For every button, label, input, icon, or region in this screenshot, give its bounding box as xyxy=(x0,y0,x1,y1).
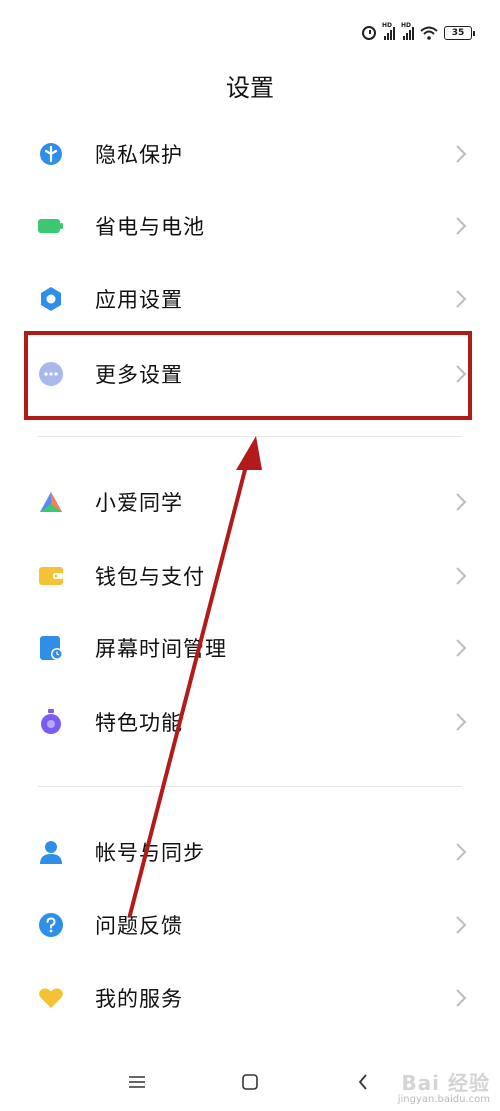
settings-item-privacy[interactable]: 隐私保护 xyxy=(0,118,500,190)
settings-item-feedback[interactable]: 问题反馈 xyxy=(0,889,500,961)
wifi-icon xyxy=(420,26,438,40)
settings-item-label: 省电与电池 xyxy=(95,215,205,239)
settings-item-screen-time[interactable]: 屏幕时间管理 xyxy=(0,612,500,684)
xiaoai-icon xyxy=(38,489,64,515)
chevron-right-icon xyxy=(456,145,467,163)
chevron-right-icon xyxy=(456,843,467,861)
section-divider xyxy=(38,786,462,787)
settings-item-label: 应用设置 xyxy=(95,288,183,312)
account-icon xyxy=(38,839,64,865)
settings-item-label: 钱包与支付 xyxy=(95,565,205,589)
signal-icon: HD xyxy=(382,22,395,40)
chevron-right-icon xyxy=(456,217,467,235)
gear-icon xyxy=(38,286,64,312)
battery-icon xyxy=(38,213,64,239)
signal-hd-label: HD xyxy=(382,22,393,29)
feedback-icon xyxy=(38,912,64,938)
heart-icon xyxy=(38,985,64,1011)
settings-item-xiaoai[interactable]: 小爱同学 xyxy=(0,466,500,538)
settings-item-label: 我的服务 xyxy=(95,987,183,1011)
highlight-box xyxy=(24,331,472,420)
settings-item-label: 问题反馈 xyxy=(95,914,183,938)
battery-level: 35 xyxy=(451,28,465,38)
signal-hd-label: HD xyxy=(401,22,412,29)
settings-item-label: 小爱同学 xyxy=(95,491,183,515)
settings-item-account[interactable]: 帐号与同步 xyxy=(0,816,500,888)
chevron-right-icon xyxy=(456,989,467,1007)
status-icons: HD HD 35 xyxy=(362,22,475,40)
wallet-icon xyxy=(38,563,64,589)
screen-time-icon xyxy=(38,635,64,661)
watermark-url: jingyan.baidu.com xyxy=(397,1094,490,1105)
settings-item-label: 特色功能 xyxy=(95,711,183,735)
settings-item-label: 帐号与同步 xyxy=(95,841,205,865)
settings-item-label: 屏幕时间管理 xyxy=(95,637,227,661)
chevron-right-icon xyxy=(456,567,467,585)
chevron-right-icon xyxy=(456,290,467,308)
features-icon xyxy=(38,709,64,735)
menu-icon[interactable] xyxy=(122,1067,152,1097)
nav-bar: Bai 经验 jingyan.baidu.com xyxy=(0,1053,500,1111)
page-title: 设置 xyxy=(226,74,274,102)
section-divider xyxy=(38,436,462,437)
settings-item-apps[interactable]: 应用设置 xyxy=(0,263,500,335)
chevron-right-icon xyxy=(456,713,467,731)
chevron-right-icon xyxy=(456,639,467,657)
chevron-right-icon xyxy=(456,493,467,511)
home-icon[interactable] xyxy=(235,1067,265,1097)
privacy-shield-icon xyxy=(38,141,64,167)
back-icon[interactable] xyxy=(348,1067,378,1097)
chevron-right-icon xyxy=(456,916,467,934)
signal-icon: HD xyxy=(401,22,414,40)
status-bar: HD HD 35 xyxy=(0,0,500,52)
settings-item-battery[interactable]: 省电与电池 xyxy=(0,190,500,262)
settings-item-label: 隐私保护 xyxy=(95,143,183,167)
settings-item-features[interactable]: 特色功能 xyxy=(0,686,500,758)
watermark-brand: Bai 经验 xyxy=(401,1071,490,1095)
settings-item-wallet[interactable]: 钱包与支付 xyxy=(0,540,500,612)
alarm-icon xyxy=(362,26,376,40)
settings-item-services[interactable]: 我的服务 xyxy=(0,962,500,1034)
battery-icon: 35 xyxy=(444,26,475,40)
watermark: Bai 经验 jingyan.baidu.com xyxy=(398,1072,490,1105)
